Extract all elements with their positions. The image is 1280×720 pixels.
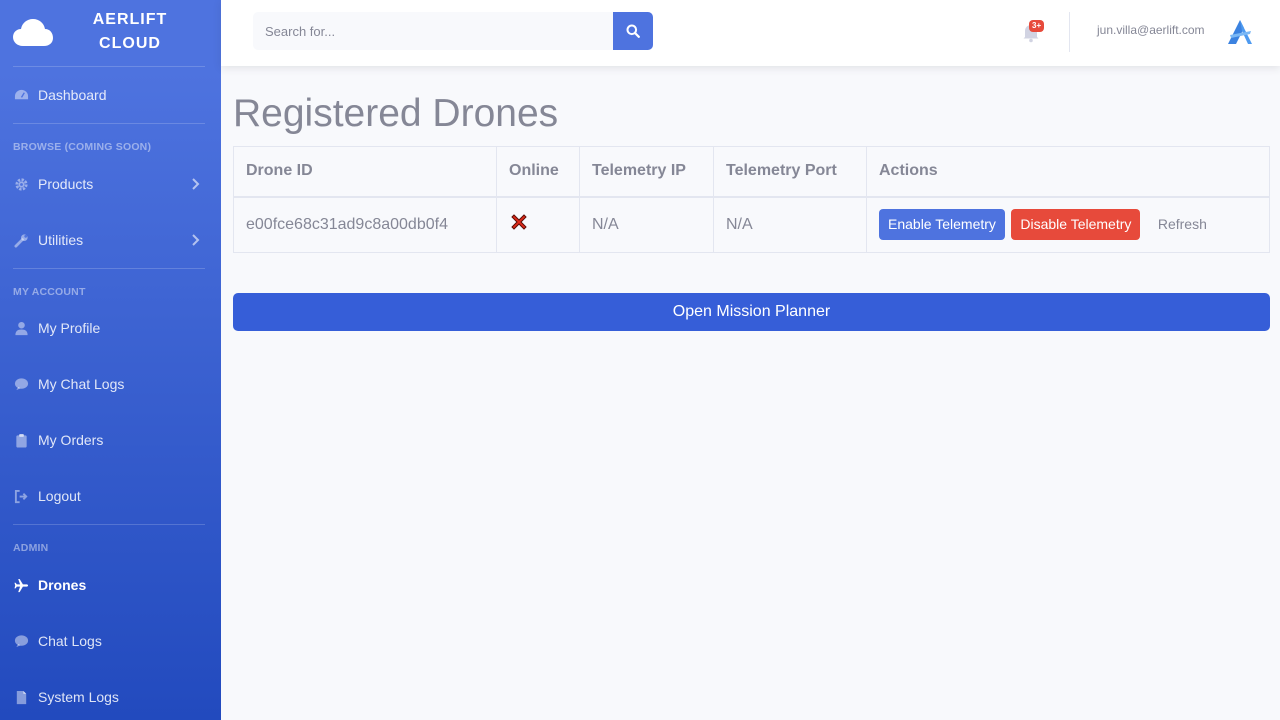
file-icon bbox=[13, 689, 30, 706]
clipboard-icon bbox=[13, 432, 30, 449]
sidebar-item-label: My Chat Logs bbox=[38, 376, 125, 392]
column-header-drone-id: Drone ID bbox=[233, 146, 497, 198]
sidebar-item-drones[interactable]: Drones bbox=[13, 571, 205, 599]
brand-line1: AERLIFT bbox=[92, 11, 168, 28]
plane-icon bbox=[13, 577, 30, 594]
sidebar-heading-admin: ADMIN bbox=[13, 542, 49, 554]
sidebar-item-products[interactable]: Products bbox=[13, 170, 205, 198]
search-input[interactable] bbox=[253, 12, 613, 50]
search-icon bbox=[626, 24, 640, 38]
cog-icon bbox=[13, 176, 30, 193]
sidebar-item-label: Utilities bbox=[38, 232, 84, 248]
sidebar-item-label: My Orders bbox=[38, 432, 104, 448]
sign-out-icon bbox=[13, 488, 30, 505]
sidebar-item-dashboard[interactable]: Dashboard bbox=[13, 81, 205, 109]
table-header-row: Drone ID Online Telemetry IP Telemetry P… bbox=[233, 146, 1270, 198]
topbar-divider bbox=[1069, 12, 1070, 52]
comment-icon bbox=[13, 633, 30, 650]
user-icon bbox=[13, 320, 30, 337]
sidebar-item-chat-logs[interactable]: Chat Logs bbox=[13, 627, 205, 655]
tachometer-icon bbox=[13, 87, 30, 104]
telemetry-port-cell: N/A bbox=[713, 196, 867, 253]
sidebar-divider bbox=[13, 268, 205, 269]
chevron-right-icon bbox=[192, 234, 200, 246]
online-cell bbox=[496, 196, 580, 253]
disable-telemetry-button[interactable]: Disable Telemetry bbox=[1011, 209, 1141, 241]
table-row: e00fce68c31ad9c8a00db0f4 N/A N/A Enable … bbox=[233, 196, 1270, 253]
chevron-right-icon bbox=[192, 178, 200, 190]
column-header-actions: Actions bbox=[866, 146, 1270, 198]
red-x-icon bbox=[511, 214, 527, 230]
sidebar-item-label: Logout bbox=[38, 488, 81, 504]
search-button[interactable] bbox=[613, 12, 653, 50]
user-email[interactable]: jun.villa@aerlift.com bbox=[1097, 23, 1205, 37]
sidebar-item-my-profile[interactable]: My Profile bbox=[13, 314, 205, 342]
sidebar-item-my-chat-logs[interactable]: My Chat Logs bbox=[13, 370, 205, 398]
cloud-icon bbox=[13, 19, 53, 46]
sidebar-item-label: Dashboard bbox=[38, 87, 107, 103]
search-form bbox=[253, 12, 653, 50]
alerts-badge: 3+ bbox=[1029, 20, 1045, 32]
brand-name: AERLIFT CLOUD bbox=[78, 8, 182, 56]
enable-telemetry-button[interactable]: Enable Telemetry bbox=[879, 209, 1005, 241]
sidebar-divider bbox=[13, 524, 205, 525]
sidebar-item-label: Chat Logs bbox=[38, 633, 102, 649]
actions-cell: Enable Telemetry Disable Telemetry Refre… bbox=[866, 196, 1270, 253]
sidebar-item-label: Drones bbox=[38, 577, 87, 593]
sidebar-item-system-logs[interactable]: System Logs bbox=[13, 683, 205, 711]
sidebar-heading-account: MY ACCOUNT bbox=[13, 286, 86, 298]
sidebar-item-my-orders[interactable]: My Orders bbox=[13, 426, 205, 454]
sidebar-item-utilities[interactable]: Utilities bbox=[13, 226, 205, 254]
drone-id-cell: e00fce68c31ad9c8a00db0f4 bbox=[233, 196, 497, 253]
drones-table: Drone ID Online Telemetry IP Telemetry P… bbox=[233, 146, 1270, 253]
sidebar-divider bbox=[13, 123, 205, 124]
brand-line2: CLOUD bbox=[99, 35, 161, 52]
telemetry-ip-cell: N/A bbox=[579, 196, 714, 253]
sidebar-item-label: System Logs bbox=[38, 689, 119, 705]
column-header-telemetry-ip: Telemetry IP bbox=[579, 146, 714, 198]
sidebar-heading-browse: BROWSE (COMING SOON) bbox=[13, 141, 152, 153]
sidebar: AERLIFT CLOUD Dashboard BROWSE (COMING S… bbox=[0, 0, 221, 720]
topbar: 3+ jun.villa@aerlift.com bbox=[221, 0, 1280, 66]
open-mission-planner-button[interactable]: Open Mission Planner bbox=[233, 293, 1270, 331]
refresh-button[interactable]: Refresh bbox=[1149, 209, 1216, 240]
column-header-online: Online bbox=[496, 146, 580, 198]
sidebar-brand[interactable]: AERLIFT CLOUD bbox=[0, 0, 221, 66]
wrench-icon bbox=[13, 232, 30, 249]
sidebar-item-label: My Profile bbox=[38, 320, 101, 336]
sidebar-item-logout[interactable]: Logout bbox=[13, 482, 205, 510]
sidebar-divider bbox=[13, 66, 205, 67]
comment-icon bbox=[13, 376, 30, 393]
column-header-telemetry-port: Telemetry Port bbox=[713, 146, 867, 198]
page-title: Registered Drones bbox=[233, 92, 559, 135]
sidebar-item-label: Products bbox=[38, 176, 94, 192]
avatar[interactable] bbox=[1225, 17, 1255, 47]
